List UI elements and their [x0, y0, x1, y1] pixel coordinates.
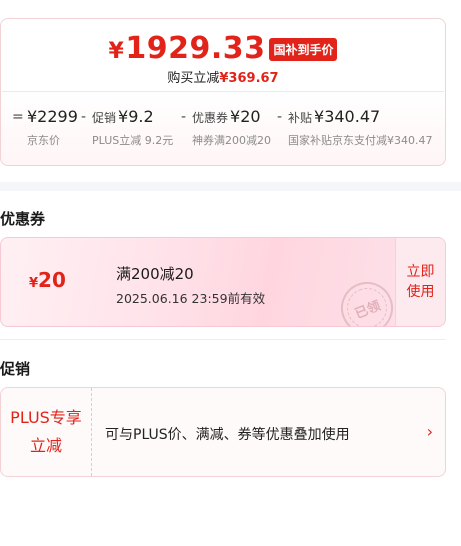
savings-row: 购买立减¥369.67	[1, 67, 445, 86]
savings-amount: ¥369.67	[219, 71, 279, 86]
subsidy-value: ¥340.47	[314, 107, 381, 126]
currency-symbol: ¥	[108, 39, 125, 64]
coupon-expiry: 2025.06.16 23:59前有效	[116, 291, 266, 306]
final-price: ¥1929.33	[109, 31, 266, 66]
chevron-right-icon[interactable]: ›	[427, 422, 433, 441]
formula-base: ¥2299 京东价	[27, 107, 78, 148]
coupon-label: 优惠券	[192, 111, 229, 125]
coupon-desc: 神券满200减20	[192, 134, 271, 147]
formula-subsidy: 补贴 ¥340.47 国家补贴京东支付减¥340.47	[288, 107, 433, 148]
claimed-stamp-text: 已领	[352, 298, 383, 322]
coupon-amount: ¥20	[29, 268, 66, 292]
plus-badge-line1: PLUS专享	[10, 408, 82, 427]
formula-coupon: 优惠券 ¥20 神券满200减20	[192, 107, 271, 148]
promo-label: 促销	[92, 111, 117, 125]
base-price-label: 京东价	[27, 134, 60, 147]
promo-description: 可与PLUS价、满减、券等优惠叠加使用	[105, 427, 350, 443]
promo-value: ¥9.2	[118, 107, 154, 126]
minus-sign: -	[181, 109, 187, 125]
coupon-condition: 满200减20	[116, 265, 194, 283]
use-now-line2: 使用	[406, 284, 435, 300]
equals-sign: =	[12, 109, 24, 125]
coupon-section-title: 优惠券	[0, 210, 46, 228]
coupon-card[interactable]: ¥20 满200减20 2025.06.16 23:59前有效 已领 立即使用	[0, 237, 446, 327]
savings-label: 购买立减	[167, 71, 220, 86]
promo-section-title: 促销	[0, 360, 31, 378]
subsidy-desc: 国家补贴京东支付减¥340.47	[288, 134, 433, 147]
plus-badge-line2: 立减	[29, 436, 62, 455]
formula-promo: 促销 ¥9.2 PLUS立减 9.2元	[92, 107, 173, 148]
minus-sign: -	[277, 109, 283, 125]
price-formula: = ¥2299 京东价 - 促销 ¥9.2 PLUS立减 9.2元 - 优惠券 ¥2…	[1, 107, 445, 157]
minus-sign: -	[81, 109, 87, 125]
claimed-stamp-icon: 已领	[333, 274, 401, 326]
section-divider	[0, 182, 461, 191]
base-price-value: ¥2299	[27, 107, 78, 126]
final-price-tag: 国补到手价	[269, 38, 338, 61]
final-price-row: ¥1929.33 国补到手价	[1, 31, 445, 66]
use-now-button[interactable]: 立即 使用	[395, 238, 445, 326]
promo-desc: PLUS立减 9.2元	[92, 134, 174, 147]
plus-badge: PLUS专享 立减	[1, 388, 92, 476]
use-now-line1: 立即	[406, 264, 435, 280]
divider-line	[0, 339, 446, 340]
formula-divider	[2, 91, 444, 92]
subsidy-label: 补贴	[288, 111, 313, 125]
price-summary-card: ¥1929.33 国补到手价 购买立减¥369.67 = ¥2299 京东价 - …	[0, 18, 446, 166]
coupon-amount-value: 20	[38, 268, 66, 292]
coupon-value: ¥20	[230, 107, 261, 126]
coupon-currency: ¥	[29, 276, 39, 291]
final-price-value: 1929.33	[125, 31, 266, 66]
plus-promo-row[interactable]: PLUS专享 立减 可与PLUS价、满减、券等优惠叠加使用 ›	[0, 387, 446, 477]
